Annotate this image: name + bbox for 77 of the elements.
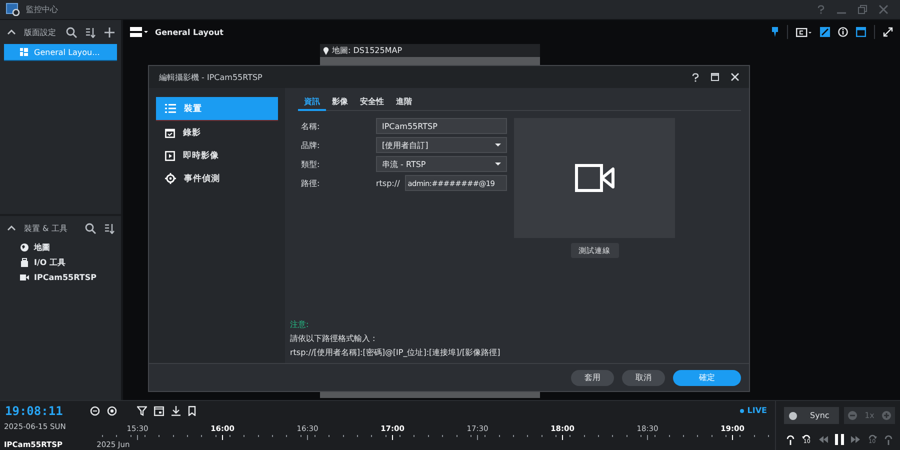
search-icon[interactable] — [85, 222, 96, 234]
record-dot-icon — [789, 412, 797, 420]
bookmark-icon[interactable] — [188, 406, 196, 416]
layout-title: General Layout — [155, 28, 224, 36]
skip-forward-icon[interactable] — [868, 434, 877, 439]
app-logo-icon — [6, 3, 20, 16]
list-icon — [165, 104, 176, 113]
tab[interactable]: 資訊 — [298, 93, 326, 111]
sort-icon[interactable] — [104, 222, 115, 234]
caret-icon — [495, 143, 501, 147]
io-device-icon — [20, 258, 29, 267]
caret-icon — [495, 162, 501, 166]
step-forward-icon[interactable] — [884, 434, 893, 444]
globe-icon — [20, 243, 29, 252]
calendar-icon[interactable] — [154, 406, 164, 416]
calendar-icon — [165, 128, 175, 138]
zoom-out-icon[interactable] — [90, 406, 100, 416]
dropdown[interactable]: [使用者自訂] — [376, 137, 507, 153]
fullscreen-icon[interactable] — [883, 27, 893, 37]
pause-icon[interactable] — [834, 434, 844, 445]
search-icon[interactable] — [66, 26, 77, 38]
device-item[interactable]: IPCam55RTSP — [34, 273, 96, 282]
device-item[interactable]: I/O 工具 — [34, 257, 66, 268]
field-label: 名稱: — [300, 120, 321, 132]
speed-label: 1x — [864, 411, 874, 420]
field-label: 路徑: — [300, 178, 321, 188]
note-title: 注意: — [290, 319, 310, 330]
nav-item[interactable]: 事件偵測 — [156, 167, 278, 190]
video-camera-icon — [20, 274, 29, 281]
video-play-icon — [165, 150, 175, 160]
image-adjust-icon[interactable] — [820, 27, 830, 37]
map-label: 地圖: DS1525MAP — [332, 45, 402, 56]
skip-back-icon[interactable] — [802, 434, 812, 439]
field-label: 類型: — [300, 158, 321, 170]
filter-icon[interactable] — [137, 406, 147, 416]
collapse-icon[interactable] — [7, 225, 16, 231]
nav-item[interactable]: 錄影 — [156, 121, 278, 144]
location-pin-icon — [323, 46, 329, 54]
dialog-button[interactable]: 取消 — [622, 370, 665, 386]
pin-icon[interactable] — [771, 27, 779, 37]
crosshair-icon — [165, 173, 176, 184]
tab[interactable]: 影像 — [326, 93, 354, 111]
app-title: 監控中心 — [26, 4, 58, 15]
caption-icon[interactable] — [796, 28, 812, 36]
add-icon[interactable] — [104, 26, 115, 38]
nav-item[interactable]: 即時影像 — [156, 144, 278, 167]
restore-icon[interactable] — [858, 5, 867, 14]
tab[interactable]: 安全性 — [354, 93, 390, 111]
layout-menu-icon[interactable] — [130, 27, 148, 37]
field-prefix: rtsp:// — [376, 178, 400, 188]
video-camera-icon — [574, 164, 614, 192]
help-icon[interactable] — [692, 72, 699, 82]
step-back-icon[interactable] — [786, 434, 795, 444]
live-indicator[interactable]: LIVE — [740, 406, 767, 416]
note-text: 請依以下路徑格式輸入 : — [290, 333, 376, 344]
text-field[interactable]: IPCam55RTSP — [376, 118, 507, 134]
download-icon[interactable] — [171, 406, 181, 416]
sort-icon[interactable] — [85, 26, 96, 38]
section-title: 裝置 & 工具 — [24, 222, 68, 234]
dropdown[interactable]: 串流 - RTSP — [376, 156, 507, 172]
window-icon[interactable] — [856, 27, 866, 37]
dialog-title: 編輯攝影機 - IPCam55RTSP — [159, 72, 264, 82]
rewind-icon[interactable] — [818, 436, 828, 443]
collapse-icon[interactable] — [7, 29, 16, 35]
section-title: 版面設定 — [24, 26, 57, 38]
dialog-button[interactable]: 套用 — [571, 370, 614, 386]
zoom-in-icon[interactable] — [107, 406, 117, 416]
current-time: 19:08:11 — [5, 404, 64, 418]
tab[interactable]: 進階 — [390, 93, 418, 111]
fast-forward-icon[interactable] — [851, 436, 860, 443]
note-text: rtsp://[使用者名稱]:[密碼]@[IP_位址]:[連接埠]/[影像路徑] — [290, 347, 500, 358]
sync-button[interactable]: Sync — [784, 407, 839, 424]
info-icon[interactable] — [838, 27, 848, 37]
device-item[interactable]: 地圖 — [34, 242, 50, 253]
maximize-icon[interactable] — [711, 73, 719, 81]
layout-grid-icon — [20, 48, 28, 56]
field-label: 品牌: — [300, 140, 321, 150]
